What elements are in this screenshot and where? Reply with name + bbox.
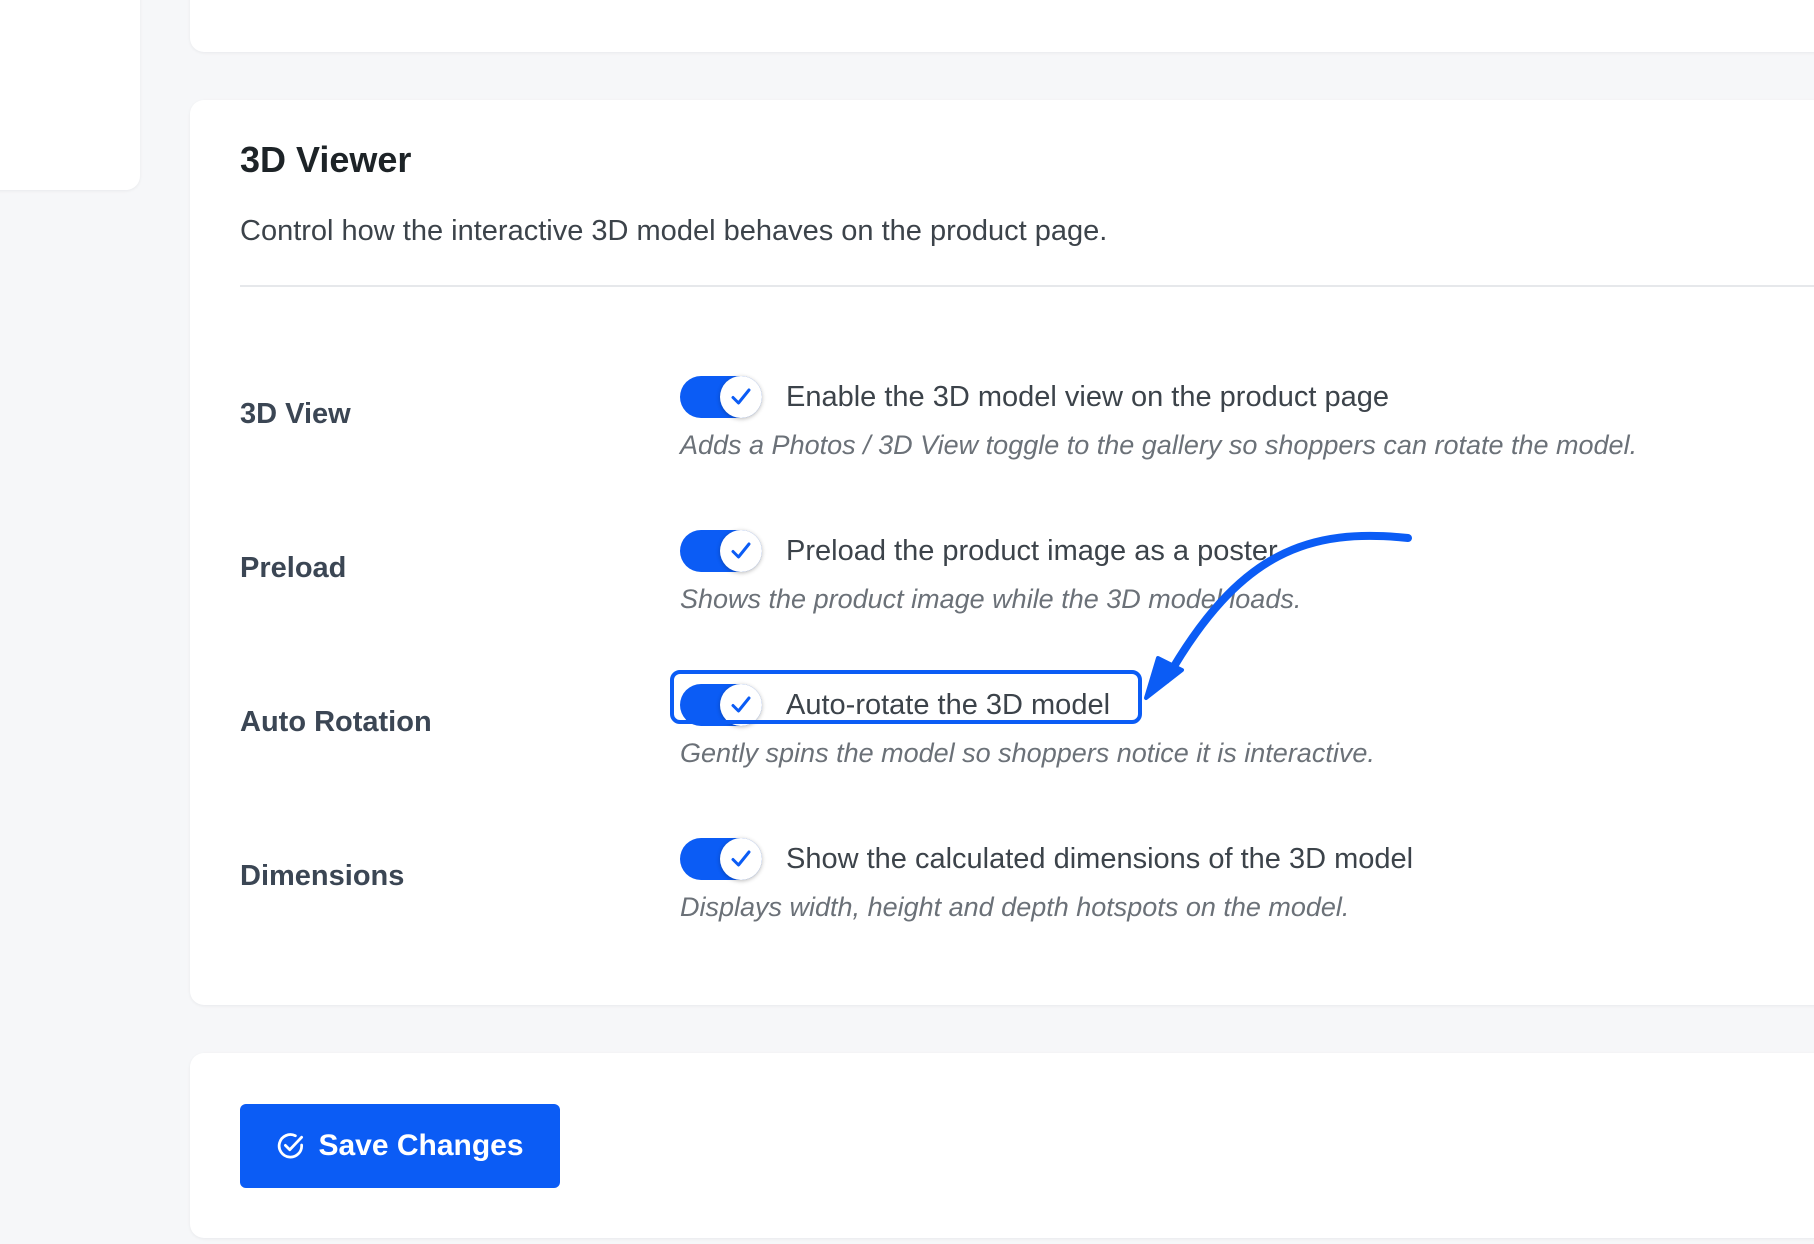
save-changes-button[interactable]: Save Changes xyxy=(240,1104,560,1188)
setting-hint: Gently spins the model so shoppers notic… xyxy=(680,738,1375,768)
save-button-label: Save Changes xyxy=(318,1129,524,1162)
setting-row-3d-view: 3D View Enable the 3D model view on the … xyxy=(0,370,1814,500)
check-icon xyxy=(731,542,751,559)
setting-label: 3D View xyxy=(240,398,351,430)
toggle-knob xyxy=(720,530,762,572)
section-title: 3D Viewer xyxy=(240,139,412,180)
side-panel-card xyxy=(0,0,140,190)
setting-hint: Displays width, height and depth hotspot… xyxy=(680,892,1350,922)
toggle-control: Enable the 3D model view on the product … xyxy=(680,376,1389,418)
toggle-control: Show the calculated dimensions of the 3D… xyxy=(680,838,1413,880)
previous-section-card xyxy=(190,0,1814,52)
check-icon xyxy=(731,850,751,867)
toggle-label[interactable]: Show the calculated dimensions of the 3D… xyxy=(786,843,1413,876)
toggle-label[interactable]: Enable the 3D model view on the product … xyxy=(786,381,1389,414)
toggle-knob xyxy=(720,838,762,880)
check-icon xyxy=(731,388,751,405)
setting-hint: Adds a Photos / 3D View toggle to the ga… xyxy=(680,430,1638,460)
setting-row-dimensions: Dimensions Show the calculated dimension… xyxy=(0,832,1814,962)
3d-view-toggle[interactable] xyxy=(680,376,762,418)
setting-row-preload: Preload Preload the product image as a p… xyxy=(0,524,1814,654)
check-circle-icon xyxy=(278,1133,304,1159)
toggle-knob xyxy=(720,376,762,418)
setting-label: Dimensions xyxy=(240,860,405,892)
curved-arrow-annotation xyxy=(1144,531,1412,700)
dimensions-toggle[interactable] xyxy=(680,838,762,880)
section-description: Control how the interactive 3D model beh… xyxy=(240,215,1108,247)
preload-toggle[interactable] xyxy=(680,530,762,572)
section-divider xyxy=(240,285,1814,287)
highlight-box xyxy=(670,670,1142,724)
setting-label: Preload xyxy=(240,552,347,584)
setting-label: Auto Rotation xyxy=(240,706,432,738)
